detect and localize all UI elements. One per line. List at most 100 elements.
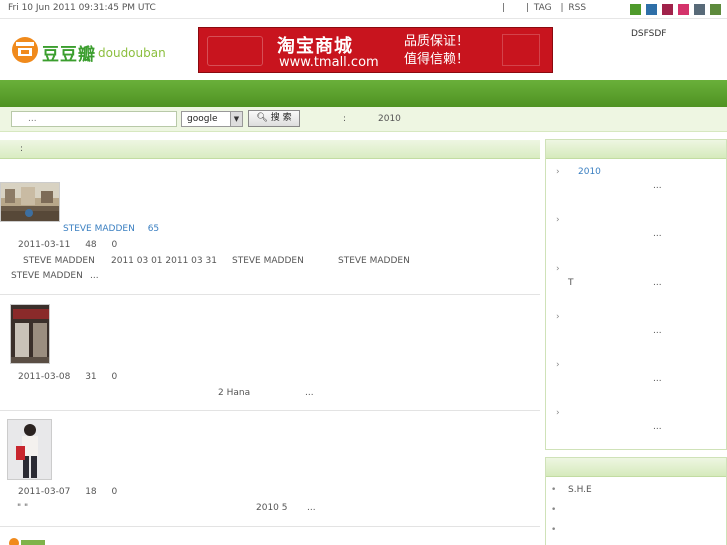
search-note-colon: : xyxy=(343,114,347,124)
theme-swatch-blue[interactable] xyxy=(646,4,657,15)
theme-swatch-crimson[interactable] xyxy=(662,4,673,15)
sidebar-item-title[interactable]: 2010 xyxy=(578,167,601,177)
chevron-right-icon: › xyxy=(556,360,560,370)
post-meta: 2011-03-07 18 0 xyxy=(18,487,129,497)
banner-decoration xyxy=(207,36,263,66)
sidebar-list-item[interactable]: › ... xyxy=(556,215,716,255)
post-excerpt-quote: " " xyxy=(17,503,29,513)
rss-link[interactable]: RSS xyxy=(568,3,586,13)
chevron-right-icon: › xyxy=(556,312,560,322)
search-engine-select[interactable]: google ▼ xyxy=(181,111,243,127)
main-nav-bar xyxy=(0,80,727,107)
banner-slogan-line: 值得信赖！ xyxy=(404,52,470,67)
sidebar-box-header xyxy=(546,140,726,159)
post-excerpt-segment: STEVE MADDEN xyxy=(232,256,304,266)
sidebar-list-item[interactable]: › T ... xyxy=(556,264,716,304)
separator: | xyxy=(560,3,564,13)
banner-slogan: 品质保证！ 值得信赖！ xyxy=(404,33,469,69)
post-views: 31 xyxy=(85,372,97,382)
search-button-label: 搜 索 xyxy=(270,113,292,123)
post-item: 2011-03-08 31 0 2 Hana ... xyxy=(0,295,540,411)
theme-swatch-olive[interactable] xyxy=(710,4,721,15)
tag-link[interactable]: TAG xyxy=(534,3,552,13)
search-input[interactable] xyxy=(11,111,177,127)
sidebar-item-title[interactable]: T xyxy=(568,278,574,288)
bullet-icon: • xyxy=(551,505,557,515)
current-datetime: Fri 10 Jun 2011 09:31:45 PM UTC xyxy=(8,3,156,13)
post-meta: 2011-03-08 31 0 xyxy=(18,372,129,382)
search-note-year: 2010 xyxy=(378,114,401,124)
theme-swatch-slate[interactable] xyxy=(694,4,705,15)
post-comments: 0 xyxy=(111,487,118,497)
storefront-image xyxy=(11,309,49,363)
sidebar-item-more: ... xyxy=(653,422,662,432)
post-item: 2011-03-07 18 0 " " 2010 5 ... xyxy=(0,411,540,527)
sidebar-box-recent: › 2010 ... › ... › T ... › ... › ... › .… xyxy=(545,139,727,450)
post-views: 48 xyxy=(85,240,97,250)
post-author-count[interactable]: 65 xyxy=(148,224,159,234)
sidebar-list-item[interactable]: › ... xyxy=(556,408,716,448)
post-item: STEVE MADDEN 65 2011-03-11 48 0 STEVE MA… xyxy=(0,160,540,295)
post-views: 18 xyxy=(85,487,97,497)
sidebar-item-more: ... xyxy=(653,278,662,288)
main-section-title: : xyxy=(20,144,24,154)
sidebar-list-item[interactable]: › 2010 ... xyxy=(556,167,716,207)
bullet-icon: • xyxy=(551,525,557,535)
post-author-line: STEVE MADDEN 65 xyxy=(63,224,159,234)
post-excerpt-more: ... xyxy=(305,388,314,398)
tmall-banner-ad[interactable]: 淘宝商城 www.tmall.com 品质保证！ 值得信赖！ xyxy=(198,27,553,73)
sidebar-item-more: ... xyxy=(653,181,662,191)
main-section-header: : xyxy=(0,140,540,159)
post-date: 2011-03-07 xyxy=(18,487,71,497)
post-comments: 0 xyxy=(111,372,118,382)
search-button[interactable]: 🔍︎ 搜 索 xyxy=(248,110,300,127)
post-comments: 0 xyxy=(111,240,118,250)
post-thumbnail[interactable] xyxy=(10,304,50,364)
post-author-link[interactable]: STEVE MADDEN xyxy=(63,224,135,234)
banner-decoration xyxy=(502,34,540,66)
chevron-right-icon: › xyxy=(556,408,560,418)
search-bar: google ▼ 🔍︎ 搜 索 : 2010 xyxy=(0,107,727,132)
post-thumbnail[interactable] xyxy=(7,419,52,480)
theme-swatch-pink[interactable] xyxy=(678,4,689,15)
sidebar-box-header xyxy=(546,458,726,477)
post-thumbnail[interactable] xyxy=(0,182,60,222)
post-logo-image xyxy=(9,538,45,545)
separator: | xyxy=(525,3,529,13)
post-date: 2011-03-11 xyxy=(18,240,71,250)
page: Fri 10 Jun 2011 09:31:45 PM UTC | | TAG … xyxy=(0,0,727,545)
sidebar-box-tags: • S.H.E • • xyxy=(545,457,727,545)
header-note: DSFSDF xyxy=(631,29,667,39)
logo-text-cn: 豆豆瓣 xyxy=(42,45,96,65)
theme-swatches xyxy=(630,4,721,15)
post-excerpt-segment: 2 Hana xyxy=(218,388,251,398)
site-logo[interactable]: 豆豆瓣 doudouban xyxy=(10,33,168,67)
sidebar-item-more: ... xyxy=(653,326,662,336)
sidebar-list-item[interactable]: › ... xyxy=(556,360,716,400)
separator: | xyxy=(502,3,506,13)
top-links: | | TAG | RSS xyxy=(502,3,586,13)
top-bar: Fri 10 Jun 2011 09:31:45 PM UTC | | TAG … xyxy=(0,0,727,19)
store-interior-image xyxy=(1,187,59,221)
post-excerpt-more: ... xyxy=(90,271,99,281)
banner-slogan-line: 品质保证！ xyxy=(404,34,470,49)
post-thumbnail[interactable] xyxy=(8,535,48,545)
person-photo-image xyxy=(16,424,38,478)
bullet-icon: • xyxy=(551,485,557,495)
theme-swatch-green[interactable] xyxy=(630,4,641,15)
magnifier-icon: 🔍︎ xyxy=(256,113,268,123)
chevron-right-icon: › xyxy=(556,167,560,177)
sidebar-tag-title[interactable]: S.H.E xyxy=(568,485,592,495)
post-excerpt-segment: 2010 5 xyxy=(256,503,288,513)
post-excerpt-segment: STEVE MADDEN xyxy=(23,256,95,266)
search-engine-value: google xyxy=(187,114,218,124)
sidebar-item-more: ... xyxy=(653,229,662,239)
post-excerpt-segment: STEVE MADDEN xyxy=(11,271,83,281)
chevron-right-icon: › xyxy=(556,215,560,225)
dropdown-arrow-icon: ▼ xyxy=(230,112,242,126)
banner-url: www.tmall.com xyxy=(279,55,379,70)
post-excerpt-segment: STEVE MADDEN xyxy=(338,256,410,266)
post-date: 2011-03-08 xyxy=(18,372,71,382)
sidebar-list-item[interactable]: › ... xyxy=(556,312,716,352)
post-excerpt-segment: 2011 03 01 2011 03 31 xyxy=(111,256,217,266)
